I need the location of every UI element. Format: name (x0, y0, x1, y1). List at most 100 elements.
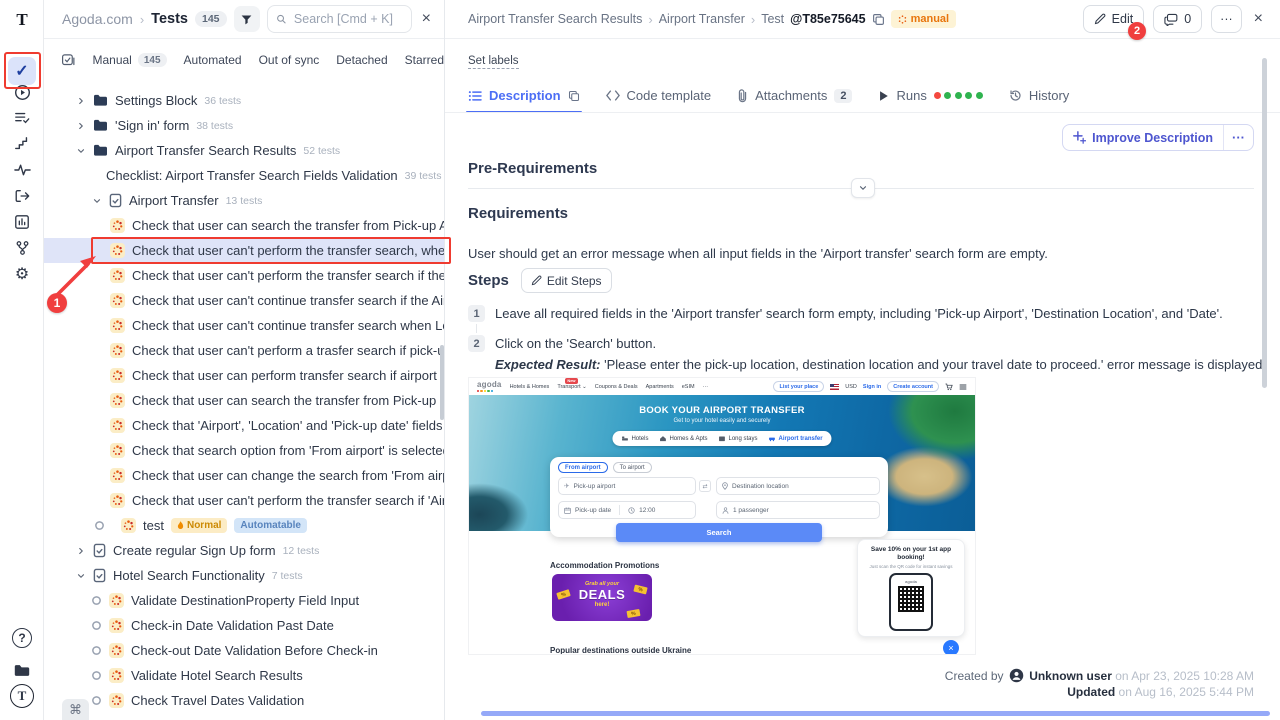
tree-doc-row[interactable]: Hotel Search Functionality7 tests (44, 563, 444, 588)
chevron-right-icon[interactable] (76, 121, 86, 131)
projects-folder-icon[interactable] (8, 656, 36, 684)
copy-id-icon[interactable] (872, 13, 885, 26)
tree-test-row[interactable]: Check that user can search the transfer … (44, 213, 444, 238)
tree-folder-row[interactable]: Settings Block36 tests (44, 88, 444, 113)
tree-folder-row[interactable]: Airport Transfer Search Results52 tests (44, 138, 444, 163)
sign-in-link[interactable]: Sign in (863, 384, 881, 390)
tree-test-row[interactable]: testNormalAutomatable (44, 513, 444, 538)
search-transfer-button[interactable]: Search (616, 523, 822, 542)
tab-attachments[interactable]: Attachments2 (737, 88, 852, 112)
tree-folder-row[interactable]: Checklist: Airport Transfer Search Field… (44, 163, 444, 188)
pickup-date-time-field[interactable]: Pick-up date 12:00 (558, 501, 696, 519)
tree-folder-row[interactable]: 'Sign in' form38 tests (44, 113, 444, 138)
agoda-nav-transport[interactable]: Transport ⌄New (557, 384, 586, 390)
deals-banner[interactable]: Grab all your DEALS here! % % % (552, 574, 652, 621)
destination-field[interactable]: Destination location (716, 477, 880, 495)
chevron-down-icon[interactable] (92, 196, 102, 206)
tree-test-row[interactable]: Check that user can't perform the transf… (44, 263, 444, 288)
direction-pill-to-airport[interactable]: To airport (613, 462, 652, 473)
comments-button[interactable]: 0 (1153, 5, 1202, 33)
set-labels-link[interactable]: Set labels (468, 55, 519, 69)
currency-selector[interactable]: USD (845, 384, 857, 390)
plans-list-icon[interactable] (8, 104, 36, 132)
improve-more-button[interactable]: ··· (1223, 125, 1253, 150)
agoda-nav-apartments[interactable]: Apartments (646, 384, 674, 390)
improve-main[interactable]: Improve Description (1063, 125, 1223, 150)
help-icon[interactable]: ? (12, 628, 32, 648)
cart-icon[interactable] (945, 383, 953, 391)
agoda-tab-airport-transfer[interactable]: Airport transfer (769, 435, 823, 442)
agoda-nav-esim[interactable]: eSIM (682, 384, 695, 390)
app-logo[interactable]: T (8, 6, 36, 34)
tab-code-template[interactable]: Code template (606, 88, 712, 112)
tree-scrollbar-thumb[interactable] (440, 345, 444, 420)
agoda-nav-[interactable]: ··· (703, 384, 709, 390)
copy-icon[interactable] (568, 90, 580, 102)
tree-test-row[interactable]: Check that user can't perform the transf… (44, 488, 444, 513)
milestones-steps-icon[interactable] (8, 130, 36, 158)
created-by-user[interactable]: Unknown user (1029, 669, 1112, 683)
agoda-nav-hotels-homes[interactable]: Hotels & Homes (510, 384, 550, 390)
chevron-down-icon[interactable] (76, 146, 86, 156)
branches-icon[interactable] (8, 234, 36, 262)
agoda-tab-homes-apts[interactable]: Homes & Apts (659, 435, 707, 442)
tree-test-row[interactable]: Check that user can search the transfer … (44, 388, 444, 413)
tree-doc-row[interactable]: Create regular Sign Up form12 tests (44, 538, 444, 563)
us-flag-icon[interactable] (830, 384, 839, 390)
collapse-section-button[interactable] (851, 178, 875, 198)
filter-tab-out-of-sync[interactable]: Out of sync (259, 53, 320, 67)
tree-test-row[interactable]: Check that user can change the search fr… (44, 463, 444, 488)
tree-test-row[interactable]: Check that user can't continue transfer … (44, 313, 444, 338)
search-box[interactable] (267, 5, 412, 33)
tree-test-row[interactable]: Check that search option from 'From airp… (44, 438, 444, 463)
tab-runs[interactable]: Runs (878, 88, 982, 112)
create-account-button[interactable]: Create account (887, 381, 939, 392)
agoda-tab-hotels[interactable]: Hotels (621, 435, 648, 442)
more-actions-button[interactable]: ··· (1211, 5, 1242, 33)
filter-button[interactable] (234, 6, 260, 32)
improve-description-button[interactable]: Improve Description ··· (1062, 124, 1254, 151)
close-panel-icon[interactable]: × (419, 10, 434, 28)
tree-test-row[interactable]: Check that user can perform transfer sea… (44, 363, 444, 388)
direction-pill-from-airport[interactable]: From airport (558, 462, 608, 473)
settings-gear-icon[interactable]: ⚙ (8, 260, 36, 288)
account-logo-icon[interactable]: T (10, 684, 34, 708)
chevron-down-icon[interactable] (76, 571, 86, 581)
agoda-tab-long-stays[interactable]: Long stays (718, 435, 757, 442)
agoda-logo[interactable]: agoda (477, 381, 502, 392)
chevron-right-icon[interactable] (76, 96, 86, 106)
tree-test-row[interactable]: Validate DestinationProperty Field Input (44, 588, 444, 613)
swap-direction-button[interactable]: ⇄ (699, 480, 711, 492)
tab-description[interactable]: Description (468, 88, 580, 112)
pickup-airport-field[interactable]: ✈ Pick-up airport (558, 477, 696, 495)
app-qr-card[interactable]: Save 10% on your 1st app booking! Just s… (857, 539, 965, 637)
filter-tab-automated[interactable]: Automated (184, 53, 242, 67)
tree-test-row[interactable]: Check that user can't perform a trasfer … (44, 338, 444, 363)
bulk-select-icon[interactable] (61, 53, 75, 68)
menu-icon[interactable] (959, 383, 967, 391)
dismiss-qr-button[interactable]: × (943, 640, 959, 655)
import-icon[interactable] (8, 182, 36, 210)
crumb-subsuite[interactable]: Airport Transfer (659, 12, 745, 26)
analytics-icon[interactable] (8, 208, 36, 236)
agoda-nav-coupons-deals[interactable]: Coupons & Deals (595, 384, 638, 390)
tree-test-row[interactable]: Validate Hotel Search Results (44, 663, 444, 688)
tree-test-row[interactable]: Check-in Date Validation Past Date (44, 613, 444, 638)
tree-test-row[interactable]: Check Travel Dates Validation (44, 688, 444, 713)
attached-screenshot-agoda[interactable]: agoda Hotels & Homes Transport ⌄New Coupon… (468, 377, 976, 655)
tree-test-row[interactable]: Check that user can't continue transfer … (44, 288, 444, 313)
filter-tab-starred[interactable]: Starred (405, 53, 444, 67)
filter-tab-detached[interactable]: Detached (336, 53, 387, 67)
detail-scrollbar-thumb[interactable] (1262, 58, 1267, 388)
tree-test-row[interactable]: Check that 'Airport', 'Location' and 'Pi… (44, 413, 444, 438)
tree-test-row[interactable]: Check-out Date Validation Before Check-i… (44, 638, 444, 663)
pulse-activity-icon[interactable] (8, 156, 36, 184)
search-input[interactable] (292, 11, 403, 27)
close-detail-icon[interactable]: × (1251, 10, 1266, 28)
horizontal-scrollbar[interactable] (481, 711, 1270, 716)
crumb-suite[interactable]: Airport Transfer Search Results (468, 12, 642, 26)
list-your-place-button[interactable]: List your place (773, 381, 824, 392)
passengers-field[interactable]: 1 passenger (716, 501, 880, 519)
tab-history[interactable]: History (1009, 88, 1069, 112)
tree-doc-row[interactable]: Airport Transfer13 tests (44, 188, 444, 213)
